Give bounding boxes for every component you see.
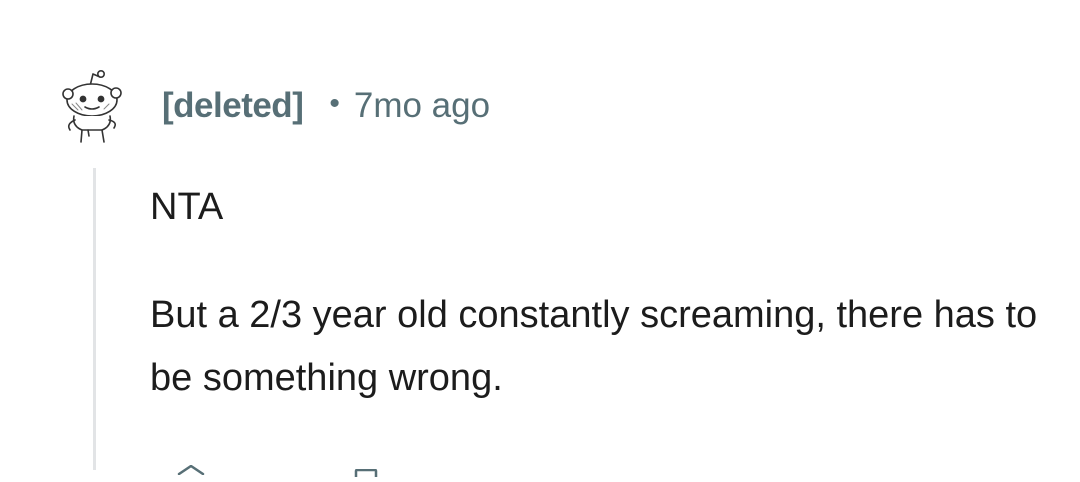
snoo-avatar-icon[interactable]	[60, 64, 126, 146]
comment: [deleted] • 7mo ago NTA But a 2/3 year o…	[0, 0, 1080, 477]
comment-paragraph: NTA	[150, 186, 224, 228]
meta-separator: •	[329, 87, 340, 120]
reply-icon[interactable]	[354, 464, 378, 482]
author-username[interactable]: [deleted]	[162, 86, 304, 126]
comment-body: NTA But a 2/3 year old constantly scream…	[150, 176, 1050, 410]
comment-paragraph: But a 2/3 year old constantly screaming,…	[150, 294, 1038, 399]
thread-line[interactable]	[93, 168, 96, 470]
upvote-icon[interactable]	[176, 462, 206, 480]
comment-timestamp[interactable]: 7mo ago	[354, 86, 490, 126]
comment-action-bar	[150, 452, 550, 477]
comment-meta: [deleted] • 7mo ago	[162, 82, 490, 130]
